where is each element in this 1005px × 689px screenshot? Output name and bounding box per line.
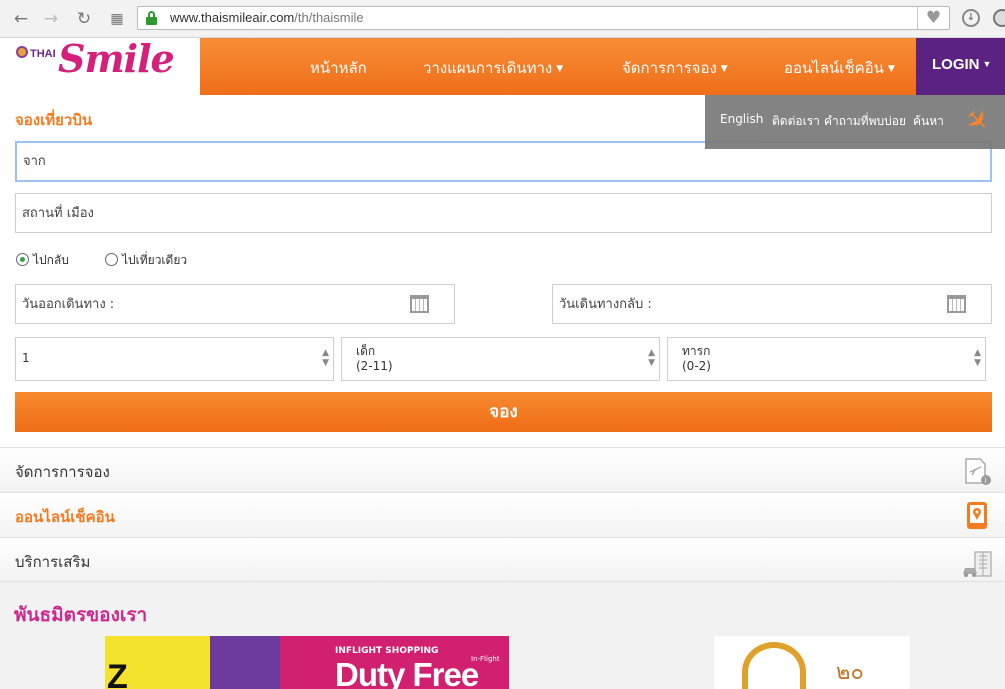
accordion-extra-services[interactable]: บริการเสริม bbox=[0, 537, 1005, 582]
infants-stepper[interactable]: ทารก (0-2) ▲ ▼ bbox=[667, 337, 986, 381]
logo-smile-text: Smile bbox=[58, 36, 175, 81]
round-trip-label[interactable]: ไปกลับ bbox=[33, 251, 69, 270]
car-building-icon bbox=[963, 551, 992, 577]
accordion-label: ออนไลน์เช็คอิน bbox=[15, 508, 115, 526]
extension-icon[interactable] bbox=[993, 9, 1005, 27]
mobile-location-icon bbox=[967, 502, 987, 529]
caret-down-icon: ▼ bbox=[720, 64, 728, 74]
booking-title: จองเที่ยวบิน bbox=[15, 111, 93, 129]
nav-plan-trip-label: วางแผนการเดินทาง bbox=[423, 59, 553, 77]
banner-inflight-text: INFLIGHT SHOPPING bbox=[335, 646, 439, 656]
one-way-label[interactable]: ไปเที่ยวเดียว bbox=[122, 251, 187, 270]
children-stepper[interactable]: เด็ก (2-11) ▲ ▼ bbox=[341, 337, 660, 381]
url-host: www.thaismileair.com bbox=[170, 10, 295, 25]
main-nav: หน้าหลัก วางแผนการเดินทาง ▼ จัดการการจอง ▼… bbox=[200, 38, 916, 95]
nav-plan-trip[interactable]: วางแผนการเดินทาง ▼ bbox=[423, 56, 563, 80]
partners-title: พันธมิตรของเรา bbox=[14, 604, 148, 626]
forward-arrow-icon[interactable]: → bbox=[41, 9, 61, 29]
login-label: LOGIN bbox=[932, 56, 980, 73]
airplane-icon[interactable]: ✈ bbox=[954, 98, 999, 143]
to-input[interactable] bbox=[16, 194, 991, 232]
infants-label-text: ทารก bbox=[682, 344, 711, 358]
children-label: เด็ก (2-11) bbox=[356, 344, 393, 374]
one-way-radio[interactable] bbox=[105, 253, 118, 266]
accordion-manage-booking[interactable]: จัดการการจอง i bbox=[0, 447, 1005, 492]
reload-icon[interactable]: ↻ bbox=[74, 9, 94, 29]
return-date-input[interactable] bbox=[553, 285, 991, 323]
infants-label: ทารก (0-2) bbox=[682, 344, 711, 374]
infants-range-text: (0-2) bbox=[682, 359, 711, 373]
children-label-text: เด็ก bbox=[356, 344, 376, 358]
link-english[interactable]: English bbox=[720, 112, 763, 126]
accordion-label: บริการเสริม bbox=[15, 553, 91, 571]
url-path: /th/thaismile bbox=[294, 10, 364, 25]
url-text[interactable]: www.thaismileair.com/th/thaismile bbox=[170, 10, 364, 25]
partner-banner[interactable]: ๒๐ bbox=[714, 636, 910, 689]
nav-online-checkin-label: ออนไลน์เช็คอิน bbox=[784, 59, 884, 77]
back-arrow-icon[interactable]: ← bbox=[11, 9, 31, 29]
thai-smile-logo[interactable]: THAI Smile bbox=[14, 36, 175, 87]
apps-grid-icon[interactable]: ▦ bbox=[107, 9, 127, 29]
return-date-field[interactable] bbox=[552, 284, 992, 324]
round-trip-radio[interactable] bbox=[16, 253, 29, 266]
download-icon[interactable]: ↓ bbox=[962, 9, 980, 27]
depart-date-input[interactable] bbox=[16, 285, 454, 323]
caret-down-icon: ▼ bbox=[887, 64, 895, 74]
link-faq[interactable]: คำถามที่พบบ่อย bbox=[824, 112, 906, 131]
heart-icon[interactable]: ♥ bbox=[917, 7, 949, 29]
duty-free-banner[interactable]: Z INFLIGHT SHOPPING Duty Free In-Flight bbox=[105, 636, 509, 689]
browser-toolbar: ← → ↻ ▦ www.thaismileair.com/th/thaismil… bbox=[0, 0, 1005, 38]
banner-duty-free-text: Duty Free bbox=[335, 656, 479, 689]
calendar-icon[interactable] bbox=[410, 295, 429, 313]
nav-manage-booking[interactable]: จัดการการจอง ▼ bbox=[622, 56, 728, 80]
lock-icon bbox=[146, 11, 157, 25]
nav-online-checkin[interactable]: ออนไลน์เช็คอิน ▼ bbox=[784, 56, 895, 80]
address-bar[interactable]: www.thaismileair.com/th/thaismile ♥ bbox=[137, 6, 950, 30]
nav-home[interactable]: หน้าหลัก bbox=[310, 56, 367, 80]
logo-orchid-icon bbox=[16, 46, 28, 58]
accordion-online-checkin[interactable]: ออนไลน์เช็คอิน bbox=[0, 492, 1005, 537]
emblem-icon bbox=[742, 642, 806, 689]
caret-down-icon: ▼ bbox=[982, 59, 992, 69]
link-contact[interactable]: ติดต่อเรา bbox=[772, 112, 820, 131]
calendar-icon[interactable] bbox=[947, 295, 966, 313]
logo-thai-text: THAI bbox=[30, 48, 56, 60]
link-search[interactable]: ค้นหา bbox=[913, 112, 944, 131]
boarding-pass-info-icon: i bbox=[965, 458, 991, 485]
caret-down-icon: ▼ bbox=[556, 64, 564, 74]
accordion-label: จัดการการจอง bbox=[15, 463, 110, 481]
depart-date-field[interactable] bbox=[15, 284, 455, 324]
stepper-arrows-icon[interactable]: ▲ ▼ bbox=[322, 348, 329, 368]
children-range-text: (2-11) bbox=[356, 359, 393, 373]
nav-home-label: หน้าหลัก bbox=[310, 59, 367, 77]
banner-inflight-tag: In-Flight bbox=[471, 655, 500, 663]
adults-value: 1 bbox=[22, 351, 30, 365]
to-field[interactable] bbox=[15, 193, 992, 233]
stepper-arrows-icon[interactable]: ▲ ▼ bbox=[648, 348, 655, 368]
nav-manage-booking-label: จัดการการจอง bbox=[622, 59, 717, 77]
utility-bar: English ติดต่อเรา คำถามที่พบบ่อย ค้นหา ✈ bbox=[705, 95, 1005, 149]
banner-thai-numeral: ๒๐ bbox=[836, 660, 864, 685]
stepper-arrows-icon[interactable]: ▲ ▼ bbox=[974, 348, 981, 368]
book-button[interactable]: จอง bbox=[15, 392, 992, 432]
login-button[interactable]: LOGIN ▼ bbox=[916, 38, 1005, 95]
adults-stepper[interactable]: 1 ▲ ▼ bbox=[15, 337, 334, 381]
banner-z-letter: Z bbox=[107, 658, 128, 689]
svg-text:i: i bbox=[985, 477, 987, 485]
